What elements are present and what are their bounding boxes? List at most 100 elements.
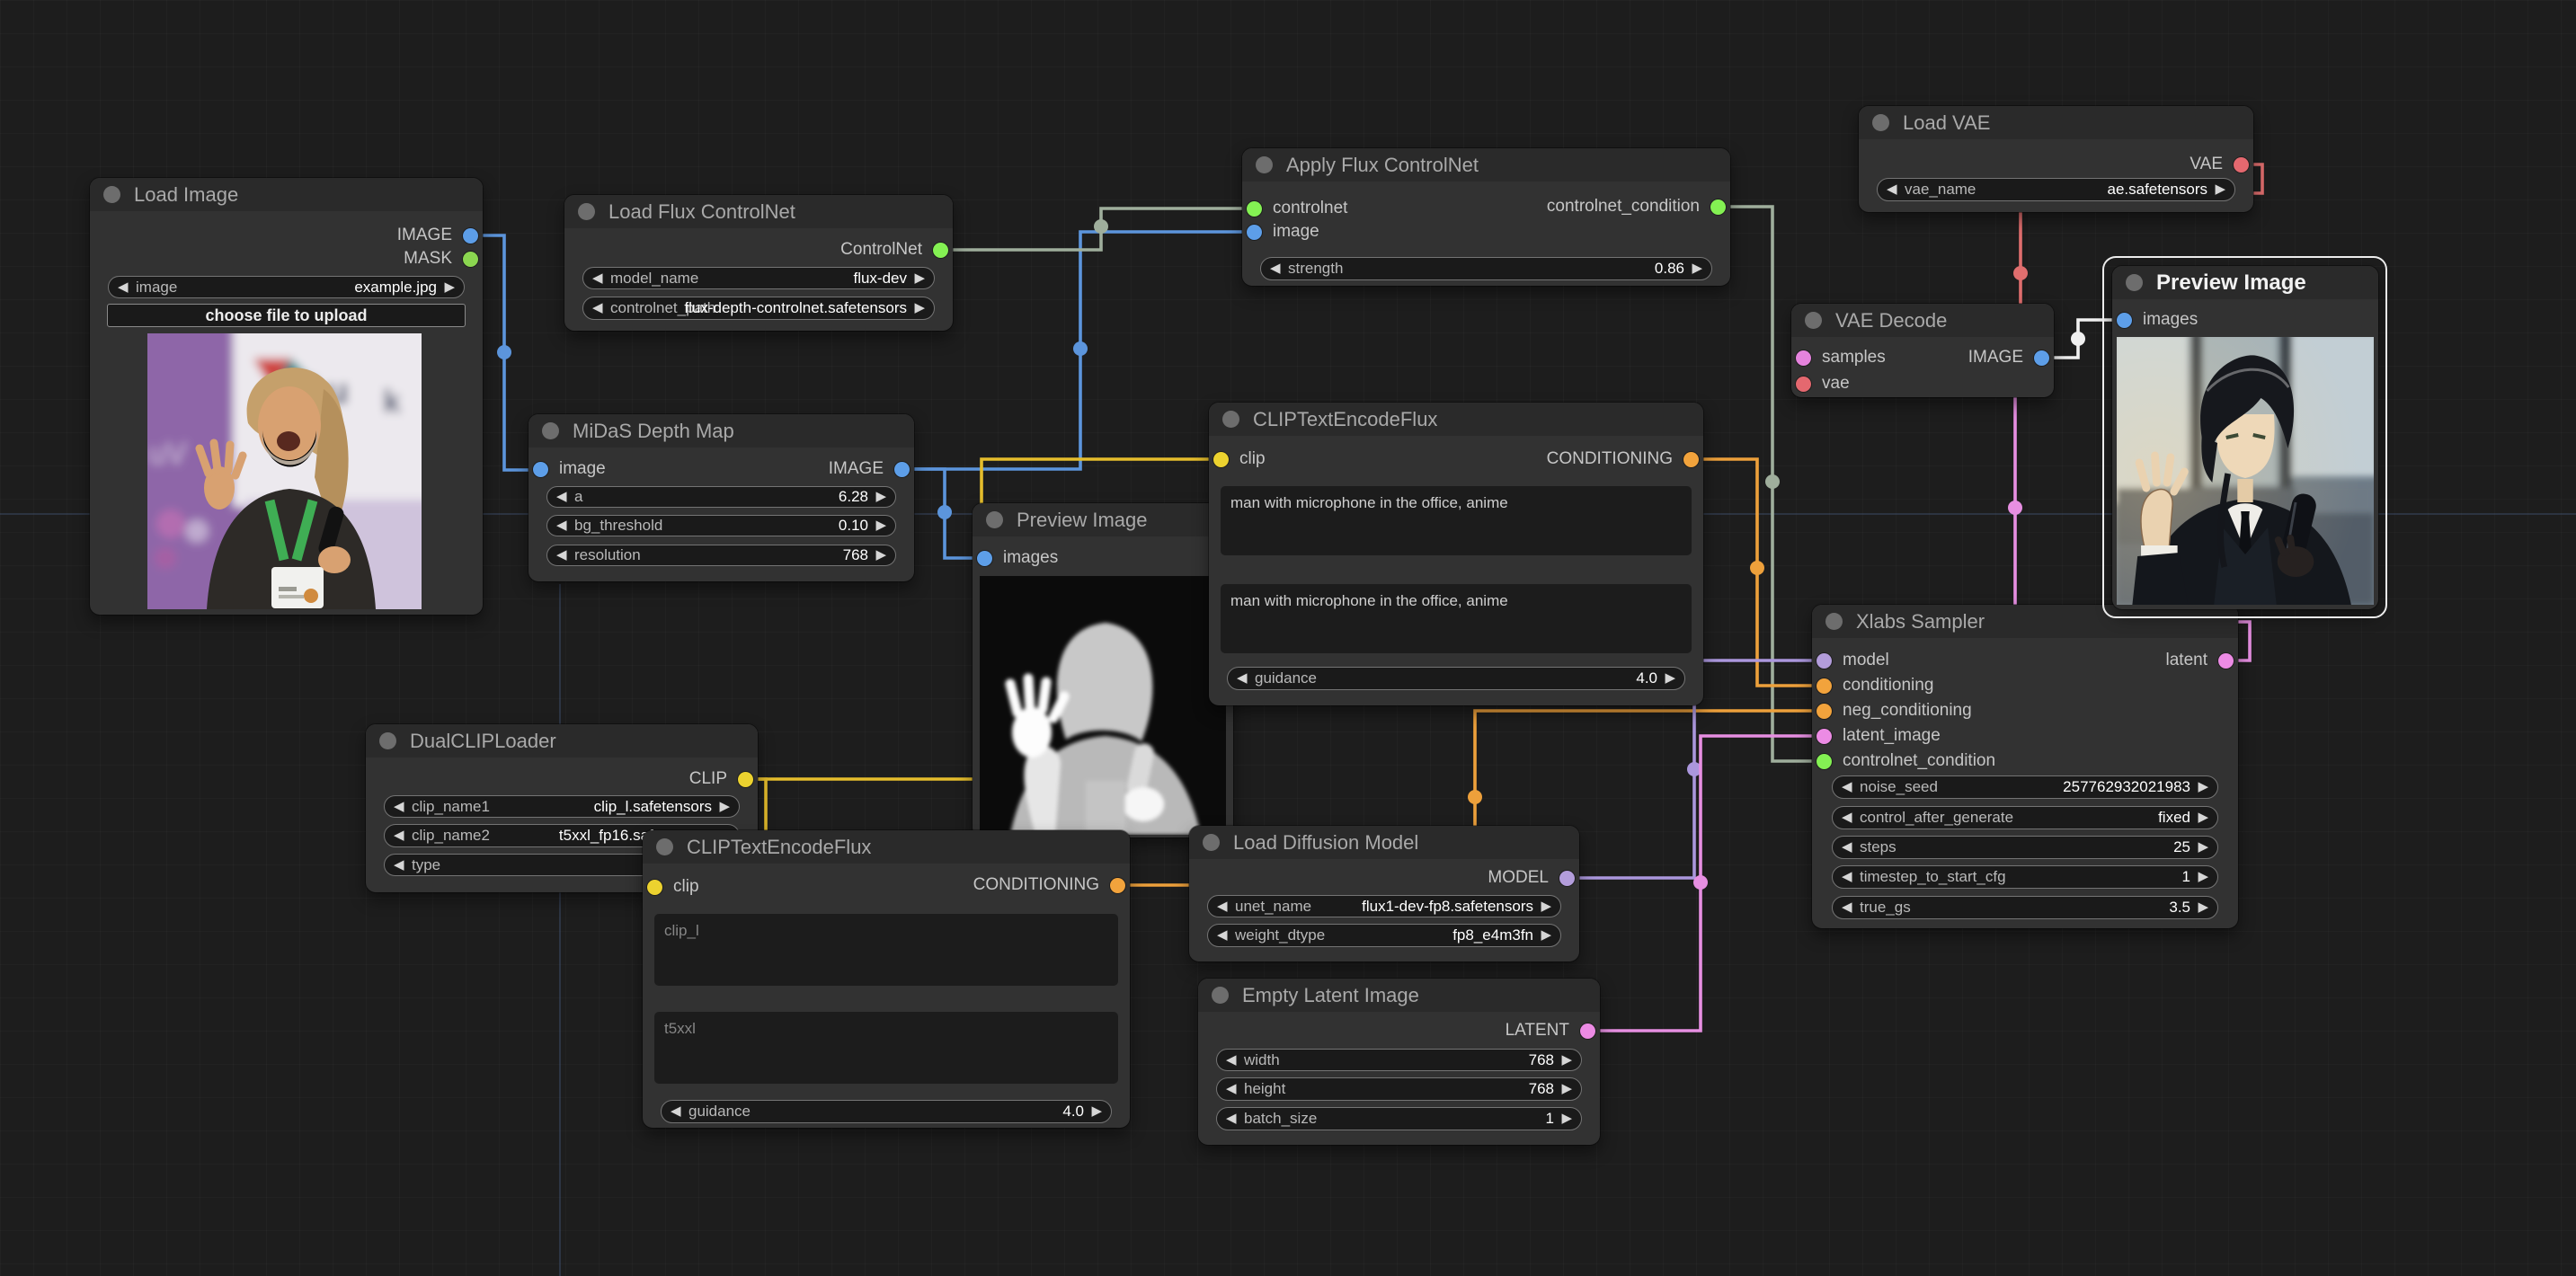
widget-increment-arrow[interactable]: ▶ (444, 279, 455, 293)
output-port-clip[interactable]: CLIP (689, 769, 753, 789)
widget-increment-arrow[interactable]: ▶ (875, 548, 886, 562)
output-dot-latent[interactable] (2218, 652, 2234, 669)
widget-decrement-arrow[interactable]: ◀ (1842, 900, 1852, 914)
output-dot-vae[interactable] (2234, 156, 2249, 173)
prompt-textarea[interactable]: clip_l (654, 914, 1118, 986)
node-preview-image-4[interactable]: Preview Image images (973, 503, 1233, 837)
widget-decrement-arrow[interactable]: ◀ (1842, 870, 1852, 883)
node-cliptextencodeflux-5[interactable]: CLIPTextEncodeFlux clip CONDITIONING man wi… (1209, 403, 1703, 705)
input-dot-images[interactable] (2117, 312, 2132, 328)
node-title-bar[interactable]: Load VAE (1859, 106, 2253, 139)
widget-control-after-generate[interactable]: ◀ control_after_generate fixed ▶ (1832, 806, 2218, 829)
widget-decrement-arrow[interactable]: ◀ (1270, 261, 1281, 275)
input-port-samples[interactable]: samples (1796, 348, 1886, 368)
widget-decrement-arrow[interactable]: ◀ (1887, 182, 1897, 196)
widget-decrement-arrow[interactable]: ◀ (592, 301, 603, 315)
node-cliptextencodeflux-10[interactable]: CLIPTextEncodeFlux clip CONDITIONING clip_l… (643, 830, 1130, 1128)
widget-increment-arrow[interactable]: ▶ (914, 301, 925, 315)
output-dot-conditioning[interactable] (1110, 877, 1125, 893)
output-dot-mask[interactable] (463, 251, 478, 267)
widget-increment-arrow[interactable]: ▶ (875, 490, 886, 503)
widget-a[interactable]: ◀ a 6.28 ▶ (546, 486, 896, 508)
node-graph-canvas[interactable]: Load Image IMAGE MASK ◀ image example.jpg ▶ cho… (0, 0, 2576, 1276)
node-collapse-dot[interactable] (379, 732, 396, 749)
prompt-textarea[interactable]: man with microphone in the office, anime (1221, 584, 1692, 653)
output-port-controlnet-condition[interactable]: controlnet_condition (1547, 197, 1726, 217)
node-vae-decode-7[interactable]: VAE Decode samples vae IMAGE (1791, 304, 2054, 397)
input-port-image[interactable]: image (533, 459, 606, 479)
widget-guidance[interactable]: ◀ guidance 4.0 ▶ (661, 1100, 1112, 1123)
input-dot-latent-image[interactable] (1817, 728, 1832, 744)
output-dot-model[interactable] (1559, 870, 1575, 886)
input-dot-clip[interactable] (1213, 451, 1229, 467)
input-dot-conditioning[interactable] (1817, 678, 1832, 694)
input-port-controlnet-condition[interactable]: controlnet_condition (1817, 751, 1995, 771)
node-title-bar[interactable]: CLIPTextEncodeFlux (643, 830, 1130, 864)
node-collapse-dot[interactable] (1825, 613, 1843, 630)
output-port-image[interactable]: IMAGE (1968, 348, 2049, 368)
widget-increment-arrow[interactable]: ▶ (2215, 182, 2225, 196)
node-title-bar[interactable]: Xlabs Sampler (1812, 605, 2238, 638)
widget-increment-arrow[interactable]: ▶ (875, 518, 886, 532)
widget-increment-arrow[interactable]: ▶ (1561, 1052, 1572, 1066)
input-port-controlnet[interactable]: controlnet (1247, 199, 1347, 218)
widget-decrement-arrow[interactable]: ◀ (1226, 1052, 1237, 1066)
widget-unet-name[interactable]: ◀ unet_name flux1-dev-fp8.safetensors ▶ (1207, 895, 1561, 917)
input-port-conditioning[interactable]: conditioning (1817, 676, 1933, 696)
widget-increment-arrow[interactable]: ▶ (1561, 1112, 1572, 1125)
output-dot-clip[interactable] (738, 771, 753, 787)
output-port-conditioning[interactable]: CONDITIONING (1547, 449, 1699, 469)
input-dot-neg-conditioning[interactable] (1817, 703, 1832, 719)
widget-guidance[interactable]: ◀ guidance 4.0 ▶ (1227, 667, 1685, 690)
node-collapse-dot[interactable] (103, 186, 120, 203)
output-dot-controlnet-condition[interactable] (1710, 199, 1726, 215)
input-port-neg-conditioning[interactable]: neg_conditioning (1817, 701, 1972, 721)
widget-increment-arrow[interactable]: ▶ (2198, 840, 2208, 854)
widget-batch-size[interactable]: ◀ batch_size 1 ▶ (1216, 1107, 1582, 1130)
widget-increment-arrow[interactable]: ▶ (1091, 1104, 1102, 1118)
node-collapse-dot[interactable] (542, 422, 559, 439)
widget-steps[interactable]: ◀ steps 25 ▶ (1832, 836, 2218, 859)
widget-decrement-arrow[interactable]: ◀ (592, 270, 603, 284)
node-title-bar[interactable]: Apply Flux ControlNet (1242, 148, 1730, 182)
input-port-images[interactable]: images (2117, 310, 2198, 330)
node-title-bar[interactable]: MiDaS Depth Map (529, 414, 914, 447)
prompt-textarea[interactable]: t5xxl (654, 1012, 1118, 1084)
node-title-bar[interactable]: Preview Image (2112, 266, 2378, 299)
widget-image[interactable]: ◀ image example.jpg ▶ (108, 276, 465, 298)
widget-decrement-arrow[interactable]: ◀ (1237, 671, 1248, 685)
node-apply-flux-controlnet-3[interactable]: Apply Flux ControlNet controlnet image cont… (1242, 148, 1730, 286)
widget-increment-arrow[interactable]: ▶ (1541, 899, 1551, 912)
widget-height[interactable]: ◀ height 768 ▶ (1216, 1077, 1582, 1101)
node-xlabs-sampler-8[interactable]: Xlabs Sampler model conditioning neg_condit… (1812, 605, 2238, 928)
output-port-image[interactable]: IMAGE (397, 226, 478, 245)
widget-increment-arrow[interactable]: ▶ (2198, 900, 2208, 914)
node-title-bar[interactable]: Empty Latent Image (1198, 979, 1600, 1012)
node-empty-latent-image-12[interactable]: Empty Latent Image LATENT ◀ width 768 ▶ ◀ heigh… (1198, 979, 1600, 1145)
output-port-mask[interactable]: MASK (404, 249, 478, 269)
upload-file-button[interactable]: choose file to upload (107, 304, 466, 327)
widget-increment-arrow[interactable]: ▶ (1665, 671, 1675, 685)
node-load-diffusion-model-11[interactable]: Load Diffusion Model MODEL ◀ unet_name flux1… (1189, 826, 1579, 961)
output-port-latent[interactable]: latent (2166, 651, 2234, 670)
widget-model-name[interactable]: ◀ model_name flux-dev ▶ (582, 267, 935, 289)
output-port-conditioning[interactable]: CONDITIONING (973, 875, 1125, 895)
node-preview-image-13[interactable]: Preview Image images (2112, 266, 2378, 609)
output-dot-latent[interactable] (1580, 1023, 1595, 1039)
input-dot-images[interactable] (977, 550, 992, 566)
node-collapse-dot[interactable] (1212, 987, 1229, 1004)
widget-decrement-arrow[interactable]: ◀ (556, 490, 567, 503)
widget-increment-arrow[interactable]: ▶ (2198, 811, 2208, 824)
widget-decrement-arrow[interactable]: ◀ (1842, 780, 1852, 793)
widget-resolution[interactable]: ◀ resolution 768 ▶ (546, 545, 896, 566)
node-collapse-dot[interactable] (986, 511, 1003, 528)
widget-decrement-arrow[interactable]: ◀ (1226, 1112, 1237, 1125)
node-collapse-dot[interactable] (2126, 274, 2143, 291)
input-port-clip[interactable]: clip (647, 877, 699, 897)
widget-decrement-arrow[interactable]: ◀ (556, 518, 567, 532)
node-title-bar[interactable]: Load Diffusion Model (1189, 826, 1579, 859)
widget-increment-arrow[interactable]: ▶ (1692, 261, 1702, 275)
widget-controlnet-path[interactable]: ◀ controlnet_path flux-depth-controlnet.sa… (582, 297, 935, 320)
output-port-model[interactable]: MODEL (1488, 868, 1575, 888)
widget-decrement-arrow[interactable]: ◀ (556, 548, 567, 562)
